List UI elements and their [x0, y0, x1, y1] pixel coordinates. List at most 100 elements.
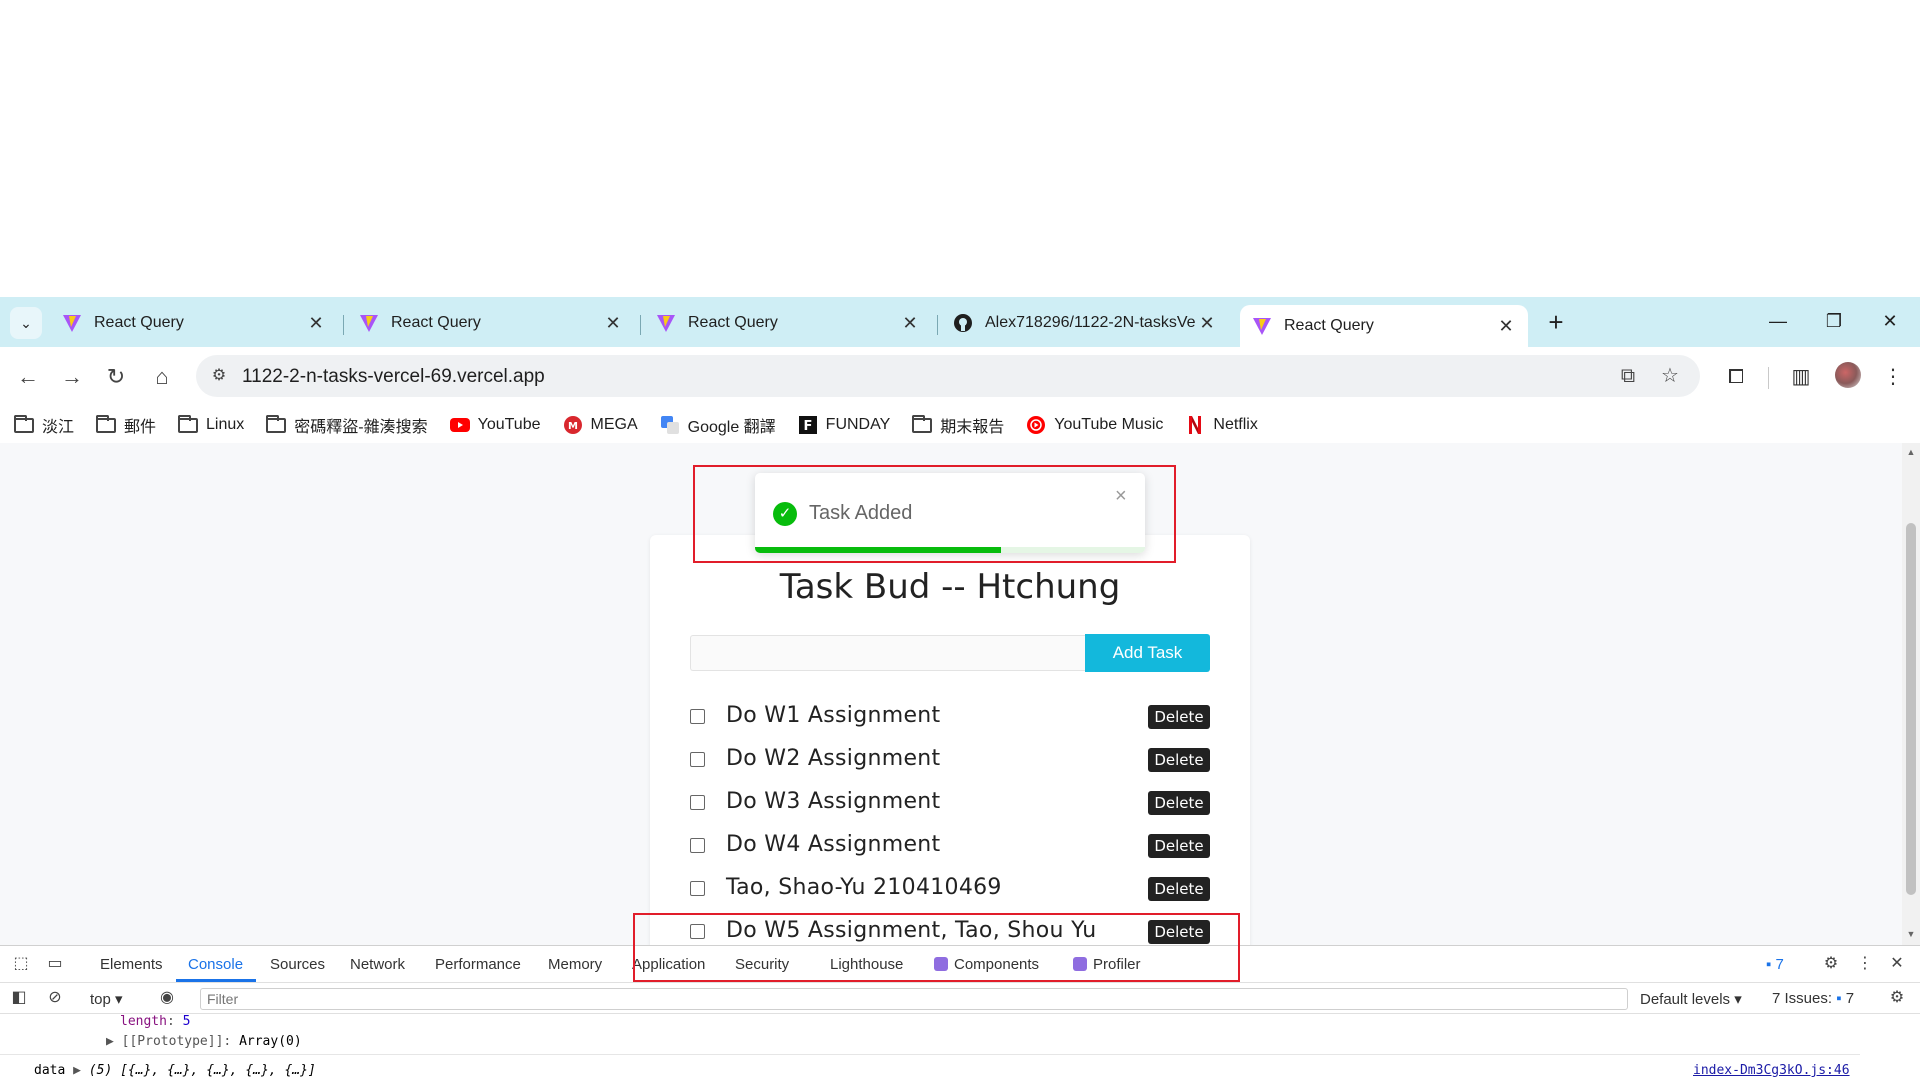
task-checkbox[interactable]: [690, 795, 705, 810]
issues-button[interactable]: 7 Issues: ▪ 7: [1772, 990, 1854, 1007]
device-toolbar-icon[interactable]: ▭: [44, 954, 66, 974]
console-source-link[interactable]: index-Dm3Cg3kO.js:46: [1693, 1063, 1850, 1078]
bookmark-item[interactable]: YouTube Music: [1026, 416, 1163, 434]
tab-search-button[interactable]: ⌄: [10, 307, 42, 339]
delete-task-button[interactable]: Delete: [1148, 705, 1210, 729]
devtools-tab-sources[interactable]: Sources: [270, 956, 325, 973]
highlight-box-last-task: [633, 913, 1240, 982]
close-icon[interactable]: ✕: [900, 313, 920, 333]
delete-task-button[interactable]: Delete: [1148, 877, 1210, 901]
task-row: Tao, Shao-Yu 210410469 Delete: [690, 873, 1210, 905]
menu-kebab-icon[interactable]: ⋮: [1877, 361, 1909, 393]
bookmark-item[interactable]: 淡江: [14, 413, 74, 437]
console-prototype-line[interactable]: ▶ [[Prototype]]: Array(0): [106, 1034, 302, 1049]
new-tab-button[interactable]: +: [1540, 307, 1572, 339]
console-data-line[interactable]: data ▶ (5) [{…}, {…}, {…}, {…}, {…}]: [34, 1063, 316, 1078]
site-settings-icon[interactable]: ⚙: [208, 365, 230, 387]
mega-icon: M: [563, 416, 583, 434]
home-icon[interactable]: ⌂: [146, 361, 178, 393]
delete-task-button[interactable]: Delete: [1148, 791, 1210, 815]
inspect-element-icon[interactable]: ⬚: [10, 954, 32, 974]
reload-icon[interactable]: ↻: [100, 361, 132, 393]
page-scrollbar[interactable]: ▲ ▼: [1902, 443, 1920, 945]
devtools-tab-elements[interactable]: Elements: [100, 956, 163, 973]
close-icon[interactable]: ✕: [306, 313, 326, 333]
task-input[interactable]: [690, 635, 1087, 671]
clear-console-icon[interactable]: ⊘: [44, 988, 66, 1008]
youtube-music-icon: [1026, 416, 1046, 434]
forward-arrow-icon[interactable]: →: [56, 361, 88, 393]
console-filter-input[interactable]: [200, 988, 1628, 1010]
bookmarks-bar: 淡江 郵件 Linux 密碼釋盜-雜湊搜索 YouTube M MEGA Goog…: [0, 407, 1920, 443]
bookmark-item[interactable]: F FUNDAY: [798, 416, 890, 434]
task-checkbox[interactable]: [690, 838, 705, 853]
bookmark-item[interactable]: Google 翻譯: [660, 413, 776, 437]
devtools-tab-performance[interactable]: Performance: [435, 956, 521, 973]
window-close-icon[interactable]: ✕: [1862, 305, 1918, 337]
vite-logo-icon: [63, 315, 81, 332]
google-translate-icon: [660, 416, 680, 434]
task-text: Tao, Shao-Yu 210410469: [726, 875, 1002, 900]
address-bar[interactable]: ⚙ 1122-2-n-tasks-vercel-69.vercel.app ⧉ …: [196, 355, 1700, 397]
bookmark-item[interactable]: Linux: [178, 414, 244, 434]
browser-tab-5-active[interactable]: React Query ✕: [1240, 305, 1528, 347]
scroll-up-arrow-icon[interactable]: ▲: [1906, 447, 1916, 457]
bookmark-item[interactable]: Netflix: [1185, 416, 1258, 434]
app-title: Task Bud -- Htchung: [779, 567, 1121, 607]
devtools-close-icon[interactable]: ✕: [1886, 954, 1908, 974]
sidebar-toggle-icon[interactable]: ◧: [8, 988, 30, 1008]
bookmark-item[interactable]: YouTube: [449, 416, 541, 434]
task-row: Do W2 Assignment Delete: [690, 744, 1210, 776]
expand-triangle-icon[interactable]: ▶: [73, 1063, 81, 1078]
bookmark-star-icon[interactable]: ☆: [1658, 364, 1682, 388]
delete-task-button[interactable]: Delete: [1148, 748, 1210, 772]
bookmark-item[interactable]: 密碼釋盜-雜湊搜索: [266, 413, 428, 437]
task-text: Do W3 Assignment: [726, 789, 941, 814]
add-task-button[interactable]: Add Task: [1085, 634, 1210, 672]
task-text: Do W4 Assignment: [726, 832, 941, 857]
task-text: Do W2 Assignment: [726, 746, 941, 771]
vite-logo-icon: [657, 315, 675, 332]
folder-icon: [266, 414, 287, 434]
close-icon[interactable]: ✕: [603, 313, 623, 333]
browser-tab-3[interactable]: React Query ✕: [644, 305, 932, 341]
task-checkbox[interactable]: [690, 881, 705, 896]
bookmark-item[interactable]: 期末報告: [912, 413, 1004, 437]
browser-tab-4[interactable]: Alex718296/1122-2N-tasksVe ✕: [941, 305, 1229, 341]
chevron-down-icon: ⌄: [20, 314, 32, 331]
url-text[interactable]: 1122-2-n-tasks-vercel-69.vercel.app: [242, 366, 545, 388]
translate-icon[interactable]: ⧉: [1616, 364, 1640, 388]
vite-logo-icon: [360, 315, 378, 332]
message-count-badge[interactable]: ▪ 7: [1766, 956, 1784, 973]
profile-avatar[interactable]: [1835, 362, 1861, 388]
restore-icon[interactable]: ❐: [1806, 305, 1862, 337]
scroll-thumb[interactable]: [1906, 523, 1916, 895]
bookmark-item[interactable]: M MEGA: [563, 416, 638, 434]
context-selector[interactable]: top ▾: [90, 990, 123, 1008]
browser-tab-2[interactable]: React Query ✕: [347, 305, 635, 341]
eye-icon[interactable]: ◉: [156, 988, 178, 1008]
devtools-tab-network[interactable]: Network: [350, 956, 405, 973]
task-checkbox[interactable]: [690, 752, 705, 767]
bookmark-item[interactable]: 郵件: [96, 413, 156, 437]
console-settings-icon[interactable]: ⚙: [1886, 988, 1908, 1008]
log-levels-dropdown[interactable]: Default levels ▾: [1640, 990, 1742, 1008]
scroll-down-arrow-icon[interactable]: ▼: [1906, 929, 1916, 939]
minimize-icon[interactable]: —: [1750, 305, 1806, 337]
extensions-icon[interactable]: ⧠: [1720, 361, 1752, 393]
browser-tab-1[interactable]: React Query ✕: [50, 305, 338, 341]
delete-task-button[interactable]: Delete: [1148, 834, 1210, 858]
devtools-tab-memory[interactable]: Memory: [548, 956, 602, 973]
tab-title: React Query: [1284, 317, 1374, 334]
task-row: Do W1 Assignment Delete: [690, 701, 1210, 733]
devtools-tab-console[interactable]: Console: [188, 956, 243, 973]
close-icon[interactable]: ✕: [1496, 316, 1516, 336]
devtools-menu-icon[interactable]: ⋮: [1854, 954, 1876, 974]
back-arrow-icon[interactable]: ←: [12, 361, 44, 393]
message-icon: ▪: [1766, 956, 1776, 973]
task-checkbox[interactable]: [690, 709, 705, 724]
close-icon[interactable]: ✕: [1197, 313, 1217, 333]
expand-triangle-icon[interactable]: ▶: [106, 1034, 122, 1049]
devtools-settings-icon[interactable]: ⚙: [1820, 954, 1842, 974]
side-panel-icon[interactable]: ▥: [1785, 361, 1817, 393]
